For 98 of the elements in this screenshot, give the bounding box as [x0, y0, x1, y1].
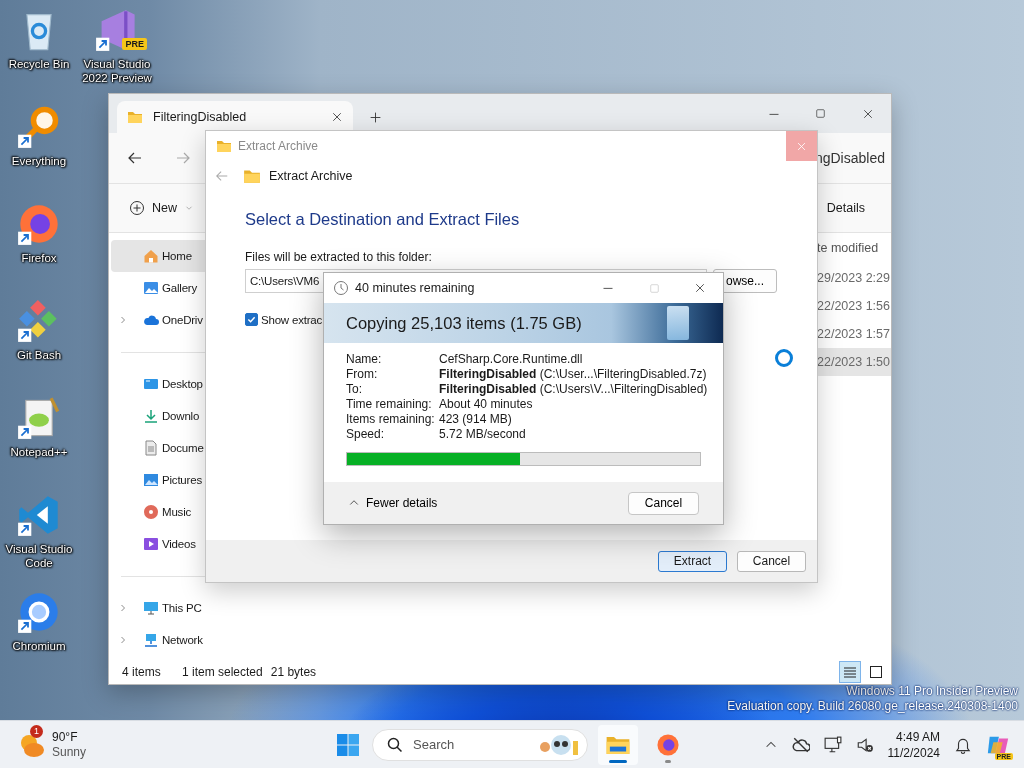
detail-label: Items remaining: [346, 412, 436, 427]
desktop-shortcut[interactable]: Visual Studio Code [0, 485, 78, 582]
close-icon [861, 107, 874, 120]
detail-label: Speed: [346, 427, 386, 442]
plus-icon [368, 110, 382, 124]
detail-label: Name: [346, 352, 383, 367]
cancel-button[interactable]: Cancel [737, 550, 806, 572]
detail-label: From: [346, 367, 379, 382]
desktop-shortcut[interactable]: PRE Visual Studio 2022 Preview [78, 0, 156, 97]
detail-value: CefSharp.Core.Runtime.dll [439, 352, 584, 367]
column-header[interactable]: te modified [817, 234, 891, 262]
details-view-button[interactable] [839, 660, 861, 683]
checkbox-label[interactable]: Show extrac [261, 313, 323, 326]
maximize-icon [815, 108, 826, 119]
date-cell-text: 29/2023 2:29 [817, 270, 891, 287]
address-bar[interactable]: ngDisabled [814, 150, 891, 166]
computer-icon [143, 600, 159, 616]
extract-button[interactable]: Extract [658, 550, 727, 572]
back-arrow-icon [127, 150, 143, 166]
detail-label: Time remaining: [346, 397, 433, 412]
preview-badge: PRE [122, 38, 147, 50]
music-icon [143, 504, 159, 520]
glass-pane-drawing [667, 306, 689, 340]
detail-value: About 40 minutes [439, 397, 534, 412]
selection-size: 21 bytes [270, 664, 317, 679]
plus-circle-icon [129, 200, 145, 216]
cloud-off-icon [791, 735, 810, 754]
desktop-shortcut[interactable]: Notepad++ [0, 388, 78, 485]
desktop-shortcut[interactable]: Git Bash [0, 291, 78, 388]
evaluation-notice-text: Windows 11 Pro Insider Preview [846, 684, 1018, 699]
home-icon [143, 248, 159, 264]
temperature-text: 90°F [52, 729, 79, 745]
weather-condition: Sunny [52, 744, 87, 760]
search-icon [387, 736, 403, 753]
taskbar-app-button[interactable] [598, 724, 638, 765]
archive-folder-icon [243, 167, 261, 185]
start-icon [336, 732, 360, 757]
magnifier-icon [17, 105, 61, 149]
network-icon [143, 632, 159, 648]
sidebar-item[interactable]: This PC [111, 592, 259, 624]
speaker-muted-icon [855, 735, 874, 754]
folder-icon [127, 109, 143, 125]
detail-value: FilteringDisabled (C:\User...\FilteringDisabled.7z) [439, 367, 708, 382]
desktop-shortcut[interactable]: Recycle Bin [0, 0, 78, 97]
forward-button[interactable] [175, 150, 191, 166]
detail-value: FilteringDisabled (C:\Users\V...\FilteringDisabled) [439, 382, 709, 397]
clock-date: 11/2/2024 [887, 744, 940, 761]
image-icon [143, 280, 159, 296]
fewer-details-button[interactable]: Fewer details [348, 496, 438, 510]
tab-close-button[interactable] [331, 111, 343, 123]
new-button[interactable]: New [129, 196, 194, 220]
date-cell: 22/2023 1:50 [817, 348, 891, 376]
checkbox[interactable] [245, 313, 258, 326]
folder-tab[interactable]: FilteringDisabled [117, 101, 353, 133]
forward-arrow-icon [175, 150, 191, 166]
start-button[interactable] [336, 732, 360, 757]
close-icon [694, 282, 706, 294]
globe-logo-icon [17, 202, 61, 246]
dialog-heading: Copying 25,103 items (1.75 GB) [346, 313, 582, 333]
sidebar-item[interactable]: Network [111, 624, 259, 656]
item-count: 4 items [122, 664, 162, 679]
picture-icon [143, 472, 159, 488]
archive-folder-icon [216, 138, 232, 154]
close-icon [331, 111, 343, 123]
selection-count: 1 item selected [182, 664, 263, 679]
dialog-title: 40 minutes remaining [355, 281, 475, 295]
cancel-button[interactable]: Cancel [628, 491, 699, 515]
notepad-icon [17, 396, 61, 440]
desktop-shortcut[interactable]: Firefox [0, 194, 78, 291]
globe-logo-icon [655, 731, 681, 758]
detail-label: To: [346, 382, 363, 397]
notification-badge: 1 [30, 724, 43, 738]
desktop-shortcut[interactable]: Chromium [0, 582, 78, 679]
clock-time: 4:49 AM [895, 728, 940, 745]
monitor-icon [143, 376, 159, 392]
dialog-title: Extract Archive [238, 139, 319, 153]
clock-icon [333, 280, 349, 296]
close-icon [796, 140, 807, 152]
detail-value: 423 (914 MB) [439, 412, 513, 427]
wizard-header: Extract Archive [269, 169, 353, 183]
detail-value: 5.72 MB/second [439, 427, 527, 442]
square-icon [868, 663, 884, 680]
dialog-heading: Select a Destination and Extract Files [245, 209, 521, 230]
back-button[interactable] [127, 150, 143, 166]
busy-cursor-icon [775, 349, 793, 367]
monitor-icon [823, 735, 842, 754]
date-cell-text: 22/2023 1:56 [817, 298, 891, 315]
maximize-icon [648, 282, 660, 294]
browser-logo-icon [17, 590, 61, 634]
search-highlight-drawing [537, 732, 581, 757]
video-icon [143, 536, 159, 552]
download-icon [143, 408, 159, 424]
date-cell-text: 22/2023 1:57 [817, 326, 891, 343]
desktop-shortcut[interactable]: Everything [0, 97, 78, 194]
search-box[interactable]: Search [372, 728, 588, 761]
checkmark-icon [247, 315, 256, 324]
back-arrow-icon [215, 169, 229, 183]
document-icon [143, 440, 159, 456]
